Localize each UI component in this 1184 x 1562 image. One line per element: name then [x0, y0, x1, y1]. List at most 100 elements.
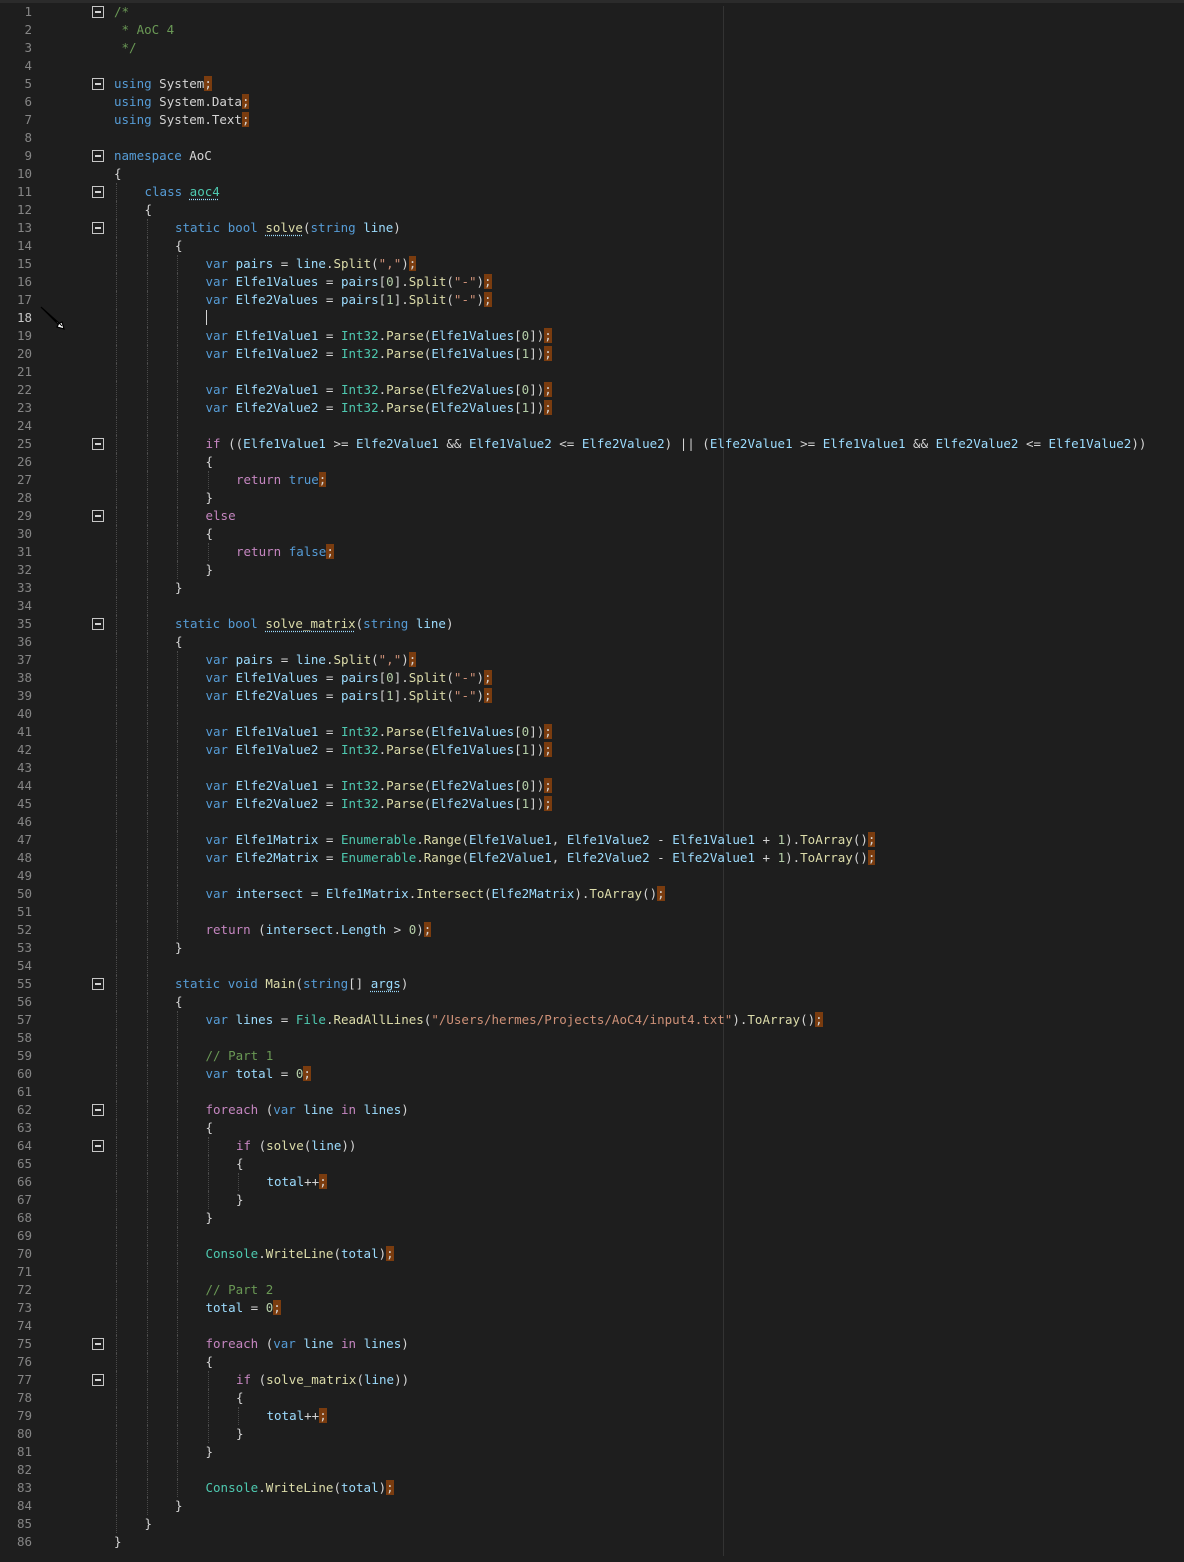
code-line-34[interactable]: 34 — [0, 597, 1184, 615]
line-code[interactable]: { — [114, 165, 122, 183]
minus-box-icon[interactable] — [92, 6, 104, 18]
line-code[interactable]: { — [175, 993, 183, 1011]
code-line-19[interactable]: 19 var Elfe1Value1 = Int32.Parse(Elfe1Val… — [0, 327, 1184, 345]
code-line-86[interactable]: 86} — [0, 1533, 1184, 1551]
code-line-43[interactable]: 43 — [0, 759, 1184, 777]
line-code[interactable]: } — [206, 1443, 214, 1461]
code-line-32[interactable]: 32} — [0, 561, 1184, 579]
code-line-13[interactable]: 13 static bool solve(string line) — [0, 219, 1184, 237]
code-line-29[interactable]: 29 else — [0, 507, 1184, 525]
code-line-80[interactable]: 80} — [0, 1425, 1184, 1443]
code-line-27[interactable]: 27 return true; — [0, 471, 1184, 489]
code-line-81[interactable]: 81} — [0, 1443, 1184, 1461]
code-line-47[interactable]: 47 var Elfe1Matrix = Enumerable.Range(Elf… — [0, 831, 1184, 849]
code-line-84[interactable]: 84} — [0, 1497, 1184, 1515]
code-line-1[interactable]: 1 /* — [0, 3, 1184, 21]
code-line-39[interactable]: 39 var Elfe2Values = pairs[1].Split("-"); — [0, 687, 1184, 705]
code-line-20[interactable]: 20 var Elfe1Value2 = Int32.Parse(Elfe1Val… — [0, 345, 1184, 363]
minus-box-icon[interactable] — [92, 1140, 104, 1152]
code-line-44[interactable]: 44 var Elfe2Value1 = Int32.Parse(Elfe2Val… — [0, 777, 1184, 795]
line-code[interactable]: using System; — [114, 75, 212, 93]
code-line-30[interactable]: 30 { — [0, 525, 1184, 543]
line-code[interactable]: var lines = File.ReadAllLines("/Users/he… — [206, 1011, 823, 1029]
code-line-42[interactable]: 42 var Elfe1Value2 = Int32.Parse(Elfe1Val… — [0, 741, 1184, 759]
code-line-69[interactable]: 69 — [0, 1227, 1184, 1245]
code-line-51[interactable]: 51 — [0, 903, 1184, 921]
code-line-31[interactable]: 31 return false; — [0, 543, 1184, 561]
code-line-38[interactable]: 38 var Elfe1Values = pairs[0].Split("-"); — [0, 669, 1184, 687]
code-line-21[interactable]: 21 — [0, 363, 1184, 381]
code-line-7[interactable]: 7 using System.Text; — [0, 111, 1184, 129]
code-line-40[interactable]: 40 — [0, 705, 1184, 723]
line-code[interactable]: } — [114, 1533, 122, 1551]
code-line-46[interactable]: 46 — [0, 813, 1184, 831]
line-code[interactable]: { — [236, 1155, 244, 1173]
code-line-14[interactable]: 14 { — [0, 237, 1184, 255]
line-code[interactable]: } — [175, 939, 183, 957]
minus-box-icon[interactable] — [92, 438, 104, 450]
line-code[interactable]: var Elfe1Matrix = Enumerable.Range(Elfe1… — [206, 831, 876, 849]
code-line-74[interactable]: 74 — [0, 1317, 1184, 1335]
minus-box-icon[interactable] — [92, 1338, 104, 1350]
code-line-61[interactable]: 61 — [0, 1083, 1184, 1101]
code-line-85[interactable]: 85} — [0, 1515, 1184, 1533]
code-line-56[interactable]: 56 { — [0, 993, 1184, 1011]
line-code[interactable]: return true; — [236, 471, 327, 489]
line-code[interactable]: } — [206, 1209, 214, 1227]
line-code[interactable]: /* — [114, 3, 129, 21]
code-line-36[interactable]: 36 { — [0, 633, 1184, 651]
line-code[interactable]: total = 0; — [206, 1299, 281, 1317]
line-code[interactable]: var Elfe2Values = pairs[1].Split("-"); — [206, 687, 492, 705]
code-line-18[interactable]: 18 — [0, 309, 1184, 327]
line-code[interactable]: var Elfe2Value2 = Int32.Parse(Elfe2Value… — [206, 399, 552, 417]
line-code[interactable]: var Elfe1Value1 = Int32.Parse(Elfe1Value… — [206, 723, 552, 741]
code-line-9[interactable]: 9 namespace AoC — [0, 147, 1184, 165]
line-code[interactable]: using System.Data; — [114, 93, 250, 111]
line-code[interactable]: Console.WriteLine(total); — [206, 1479, 394, 1497]
line-code[interactable]: } — [175, 1497, 183, 1515]
line-code[interactable]: { — [175, 237, 183, 255]
line-code[interactable]: { — [206, 453, 214, 471]
line-code[interactable]: var Elfe1Value1 = Int32.Parse(Elfe1Value… — [206, 327, 552, 345]
code-line-11[interactable]: 11 class aoc4 — [0, 183, 1184, 201]
line-code[interactable]: var Elfe1Values = pairs[0].Split("-"); — [206, 273, 492, 291]
line-code[interactable]: var Elfe2Value1 = Int32.Parse(Elfe2Value… — [206, 381, 552, 399]
line-code[interactable]: var Elfe2Value2 = Int32.Parse(Elfe2Value… — [206, 795, 552, 813]
minus-box-icon[interactable] — [92, 1104, 104, 1116]
code-line-16[interactable]: 16 var Elfe1Values = pairs[0].Split("-"); — [0, 273, 1184, 291]
code-line-55[interactable]: 55 static void Main(string[] args) — [0, 975, 1184, 993]
code-line-60[interactable]: 60 var total = 0; — [0, 1065, 1184, 1083]
code-line-59[interactable]: 59 // Part 1 — [0, 1047, 1184, 1065]
code-line-2[interactable]: 2 * AoC 4 — [0, 21, 1184, 39]
code-line-75[interactable]: 75 foreach (var line in lines) — [0, 1335, 1184, 1353]
line-code[interactable]: } — [206, 489, 214, 507]
code-line-5[interactable]: 5 using System; — [0, 75, 1184, 93]
line-code[interactable]: var Elfe2Matrix = Enumerable.Range(Elfe2… — [206, 849, 876, 867]
code-line-79[interactable]: 79 total++; — [0, 1407, 1184, 1425]
minus-box-icon[interactable] — [92, 186, 104, 198]
code-line-12[interactable]: 12 { — [0, 201, 1184, 219]
line-code[interactable]: } — [236, 1191, 244, 1209]
code-line-77[interactable]: 77 if (solve_matrix(line)) — [0, 1371, 1184, 1389]
line-code[interactable]: var Elfe1Value2 = Int32.Parse(Elfe1Value… — [206, 741, 552, 759]
line-code[interactable]: var Elfe1Value2 = Int32.Parse(Elfe1Value… — [206, 345, 552, 363]
line-code[interactable]: total++; — [267, 1407, 327, 1425]
line-code[interactable]: * AoC 4 — [114, 21, 175, 39]
code-line-41[interactable]: 41 var Elfe1Value1 = Int32.Parse(Elfe1Val… — [0, 723, 1184, 741]
code-line-23[interactable]: 23 var Elfe2Value2 = Int32.Parse(Elfe2Val… — [0, 399, 1184, 417]
line-code[interactable]: return false; — [236, 543, 334, 561]
line-code[interactable]: { — [145, 201, 153, 219]
line-code[interactable]: // Part 1 — [206, 1047, 274, 1065]
code-line-82[interactable]: 82 — [0, 1461, 1184, 1479]
code-line-4[interactable]: 4 — [0, 57, 1184, 75]
line-code[interactable]: var total = 0; — [206, 1065, 311, 1083]
code-line-70[interactable]: 70 Console.WriteLine(total); — [0, 1245, 1184, 1263]
code-line-6[interactable]: 6 using System.Data; — [0, 93, 1184, 111]
code-line-63[interactable]: 63 { — [0, 1119, 1184, 1137]
minus-box-icon[interactable] — [92, 978, 104, 990]
code-line-78[interactable]: 78 { — [0, 1389, 1184, 1407]
minus-box-icon[interactable] — [92, 1374, 104, 1386]
code-line-58[interactable]: 58 — [0, 1029, 1184, 1047]
code-line-10[interactable]: 10 { — [0, 165, 1184, 183]
line-code[interactable]: total++; — [267, 1173, 327, 1191]
